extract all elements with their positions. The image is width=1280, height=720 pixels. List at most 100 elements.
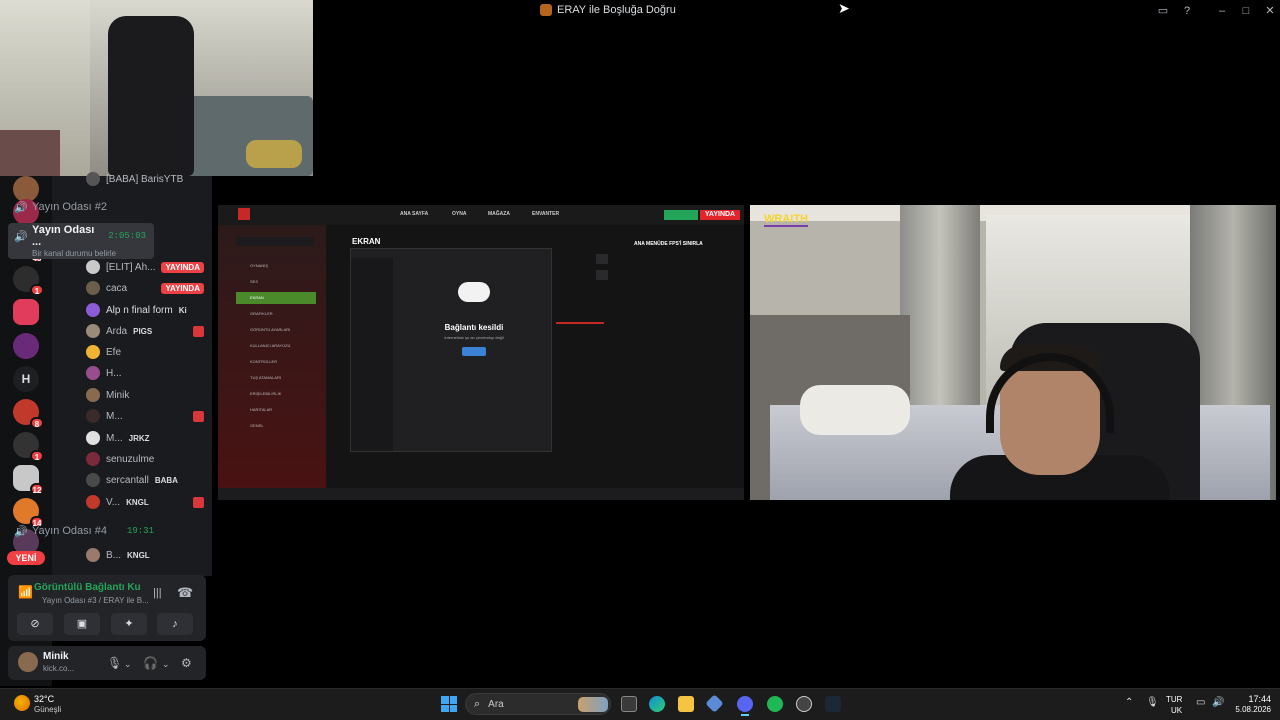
channel-status[interactable]: Bir kanal durumu belirle: [14, 249, 116, 258]
user-name: [BABA] BarisYTB: [106, 173, 184, 185]
server-icon[interactable]: 14: [13, 498, 44, 528]
network-icon[interactable]: ▭: [1196, 697, 1205, 708]
help-icon[interactable]: ?: [1179, 3, 1195, 19]
tray-chevron-icon[interactable]: ⌃: [1125, 697, 1133, 708]
unread-badge: 12: [30, 483, 44, 495]
inbox-icon[interactable]: ▭: [1155, 3, 1171, 19]
user-name: V...: [106, 496, 121, 508]
settings-gear-icon[interactable]: ⚙: [181, 656, 192, 670]
voice-user[interactable]: V... KNGL: [86, 493, 204, 511]
my-username[interactable]: Minik: [43, 651, 69, 662]
search-label: Ara: [488, 698, 504, 710]
server-icon[interactable]: 8: [13, 399, 44, 429]
start-button[interactable]: [441, 696, 457, 712]
input-language[interactable]: TUR: [1166, 695, 1182, 704]
user-name: senuzulme: [106, 453, 155, 465]
task-view-icon[interactable]: [621, 696, 637, 712]
server-icon-h[interactable]: H: [13, 366, 39, 392]
avatar: [86, 548, 100, 562]
my-status[interactable]: kick.co...: [43, 664, 74, 673]
voice-user[interactable]: Minik: [86, 386, 204, 404]
server-icon[interactable]: [13, 299, 39, 325]
maximize-button[interactable]: □: [1238, 3, 1254, 19]
server-icon[interactable]: [13, 333, 39, 359]
voice-user[interactable]: senuzulme: [86, 450, 204, 468]
avatar: [86, 495, 100, 509]
voice-user[interactable]: [BABA] BarisYTB: [86, 170, 204, 188]
active-indicator: [741, 714, 749, 716]
discord-icon[interactable]: [737, 696, 753, 712]
channel-yayin-odasi-2[interactable]: 🔊 Yayın Odası #2: [14, 201, 154, 214]
game-taskbar: [218, 488, 744, 500]
keyboard-layout[interactable]: UK: [1171, 706, 1182, 715]
user-name: caca: [106, 282, 128, 294]
clock-time[interactable]: 17:44: [1219, 694, 1271, 704]
game-menu-item: KONTROLLER: [250, 359, 278, 364]
signal-icon[interactable]: 📶: [18, 585, 33, 599]
clock-date[interactable]: 5.08.2026: [1219, 705, 1271, 714]
avatar: [86, 260, 100, 274]
streamer-webcam[interactable]: [750, 205, 1276, 500]
voice-user[interactable]: caca YAYINDA: [86, 279, 204, 297]
app-icon: [540, 4, 552, 16]
spotify-icon[interactable]: [767, 696, 783, 712]
activities-button[interactable]: ✦: [111, 613, 147, 635]
game-menu-item: SES: [250, 279, 259, 284]
user-tag: BABA: [154, 475, 178, 485]
screen-share-button[interactable]: ▣: [64, 613, 100, 635]
server-icon[interactable]: 1: [13, 432, 44, 462]
avatar: [86, 281, 100, 295]
file-explorer-icon[interactable]: [678, 696, 694, 712]
search-highlight-image[interactable]: [578, 697, 608, 712]
server-icon[interactable]: 12: [13, 465, 44, 495]
voice-status-subtitle[interactable]: Yayın Odası #3 / ERAY ile B...: [42, 596, 152, 605]
game-dropdown: [596, 270, 608, 280]
close-button[interactable]: ✕: [1262, 3, 1278, 19]
voice-user[interactable]: [ELIT] Ah... YAYINDA: [86, 258, 204, 276]
disconnect-icon[interactable]: ☎: [177, 585, 193, 601]
chevron-down-icon[interactable]: ⌄: [124, 659, 132, 670]
headphones-icon[interactable]: 🎧: [143, 656, 158, 670]
game-menu-item-selected: EKRAN: [236, 292, 316, 304]
voice-user[interactable]: Efe: [86, 343, 204, 361]
new-badge[interactable]: YENİ: [7, 551, 45, 565]
unread-badge: 1: [30, 450, 44, 462]
steam-icon[interactable]: [825, 696, 841, 712]
server-icon[interactable]: 1: [13, 266, 44, 296]
gaming-chair: [108, 16, 194, 176]
user-name: Efe: [106, 346, 122, 358]
voice-user[interactable]: H...: [86, 364, 204, 382]
game-menu-item: KULLANICI ARAYÜZÜ: [250, 343, 291, 348]
avatar: [86, 172, 100, 186]
voice-user[interactable]: sercantall BABA: [86, 471, 204, 489]
weather-description[interactable]: Güneşli: [34, 705, 61, 714]
microphone-icon[interactable]: 🎙: [107, 656, 122, 670]
edge-browser-icon[interactable]: [649, 696, 665, 712]
channel-active[interactable]: 🔊 Yayın Odası ... 2:05:03 Bir kanal duru…: [8, 223, 154, 259]
camera-off-button[interactable]: ⊘: [17, 613, 53, 635]
game-modal-subtitle: İnternetiniz şu an çevrimdışı değil: [444, 335, 504, 340]
voice-status-title[interactable]: Görüntülü Bağlantı Ku: [34, 582, 144, 593]
avatar[interactable]: [18, 652, 38, 672]
chevron-down-icon[interactable]: ⌄: [162, 659, 170, 670]
game-nav-item: MAĞAZA: [488, 211, 510, 217]
tray-microphone-icon[interactable]: 🎙: [1146, 697, 1159, 708]
weather-sun-icon[interactable]: [14, 695, 30, 711]
voice-user[interactable]: M... JRKZ: [86, 429, 204, 447]
avatar: [86, 431, 100, 445]
channel-name: Yayın Odası #2: [32, 201, 108, 213]
weather-temperature[interactable]: 32°C: [34, 694, 54, 704]
user-name: B...: [106, 549, 122, 561]
channel-yayin-odasi-4[interactable]: 🔊 Yayın Odası #4 19:31: [14, 525, 158, 538]
avatar: [86, 345, 100, 359]
search-icon: ⌕: [474, 697, 481, 710]
cloud-icon: [458, 282, 490, 302]
soundboard-button[interactable]: ♪: [157, 613, 193, 635]
game-client-icon[interactable]: [796, 696, 812, 712]
voice-user[interactable]: Alp n final form Ki: [86, 301, 204, 319]
voice-user[interactable]: B... KNGL: [86, 546, 204, 564]
voice-user[interactable]: Arda PIGS: [86, 322, 204, 340]
noise-suppression-icon[interactable]: |||: [153, 587, 162, 599]
voice-user[interactable]: M...: [86, 407, 204, 425]
minimize-button[interactable]: –: [1214, 3, 1230, 19]
